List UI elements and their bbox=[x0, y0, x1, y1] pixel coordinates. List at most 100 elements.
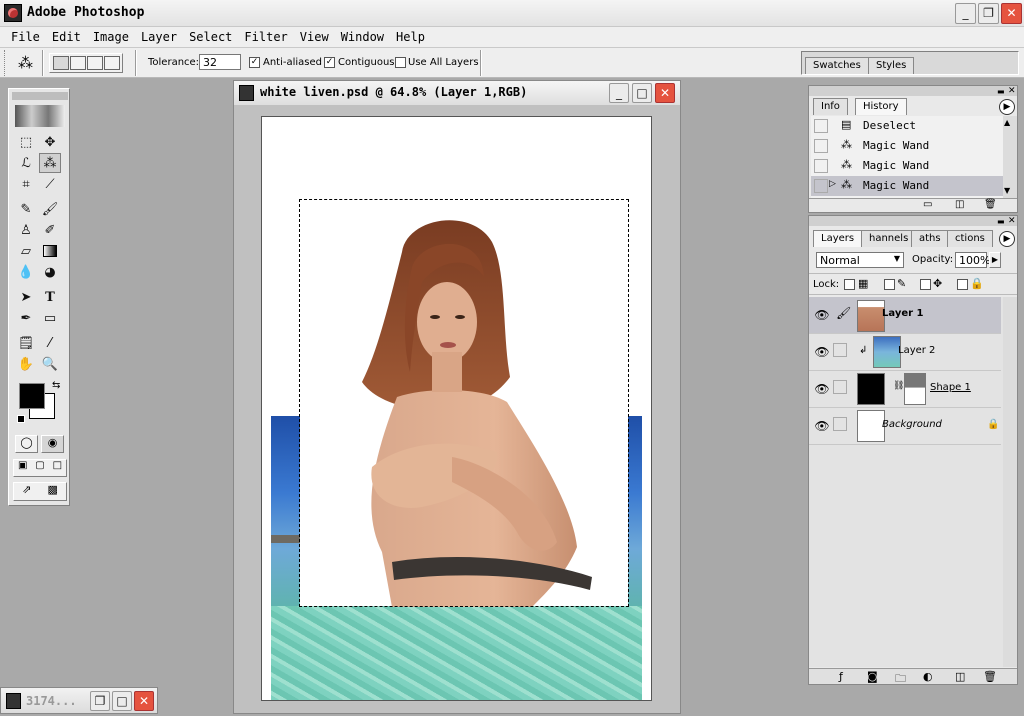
eye-icon[interactable]: 👁 bbox=[813, 306, 831, 324]
tab-styles[interactable]: Styles bbox=[868, 57, 915, 74]
document-title-bar[interactable]: white liven.psd @ 64.8% (Layer 1,RGB) _ … bbox=[234, 81, 680, 105]
lock-image-checkbox[interactable] bbox=[884, 279, 895, 290]
contiguous-checkbox[interactable]: ✓ bbox=[324, 57, 335, 68]
type-tool-icon[interactable]: T bbox=[39, 287, 61, 307]
layer-name[interactable]: Background bbox=[882, 419, 942, 430]
eye-icon[interactable]: 👁 bbox=[813, 417, 831, 435]
layer-row-shape1[interactable]: 👁 ⛓ Shape 1 bbox=[809, 371, 1001, 408]
layer-name[interactable]: Shape 1 bbox=[930, 382, 971, 393]
magic-wand-tool-icon[interactable]: ⁂ bbox=[39, 153, 61, 173]
layers-menu-icon[interactable]: ▶ bbox=[999, 231, 1015, 247]
restore-button[interactable]: ❐ bbox=[978, 3, 999, 24]
layers-minimize-icon[interactable]: ▬ bbox=[997, 217, 1005, 226]
crop-tool-icon[interactable]: ⌗ bbox=[15, 174, 37, 194]
link-box[interactable] bbox=[833, 343, 847, 357]
doc-close-button[interactable]: ✕ bbox=[655, 83, 675, 103]
new-selection-button[interactable] bbox=[53, 56, 69, 70]
move-tool-icon[interactable]: ✥ bbox=[39, 132, 61, 152]
full-screen-icon[interactable]: □ bbox=[53, 460, 62, 476]
brush-tool-icon[interactable]: 🖌 bbox=[39, 199, 61, 219]
scroll-up-icon[interactable]: ▲ bbox=[1004, 118, 1010, 127]
lock-position-checkbox[interactable] bbox=[920, 279, 931, 290]
trash-icon[interactable]: 🗑 bbox=[984, 199, 997, 210]
history-minimize-icon[interactable]: ▬ bbox=[997, 87, 1005, 96]
anti-aliased-checkbox[interactable]: ✓ bbox=[249, 57, 260, 68]
jump-to-imageready-icon[interactable]: ⇗ bbox=[22, 483, 31, 500]
history-snapshot-box[interactable] bbox=[814, 139, 828, 153]
history-brush-icon[interactable]: ✐ bbox=[39, 220, 61, 240]
menu-select[interactable]: Select bbox=[183, 27, 238, 47]
use-all-layers-checkbox[interactable] bbox=[395, 57, 406, 68]
clone-stamp-icon[interactable]: ♙ bbox=[15, 220, 37, 240]
history-snapshot-box[interactable] bbox=[814, 179, 828, 193]
new-set-folder-icon[interactable]: 🗀 bbox=[895, 670, 906, 689]
swap-colors-icon[interactable]: ⇆ bbox=[52, 380, 60, 391]
zoom-tool-icon[interactable]: 🔍 bbox=[39, 354, 61, 374]
gradient-tool-icon[interactable] bbox=[39, 241, 61, 261]
min-close-button[interactable]: ✕ bbox=[134, 691, 154, 711]
history-item[interactable]: ⁂ Magic Wand bbox=[811, 136, 1003, 156]
dodge-tool-icon[interactable]: ◕ bbox=[39, 262, 61, 282]
marquee-tool-icon[interactable]: ⬚ bbox=[15, 132, 37, 152]
full-screen-menu-icon[interactable]: ▢ bbox=[35, 460, 44, 476]
layer-style-icon[interactable]: ƒ bbox=[839, 670, 843, 683]
layer-name[interactable]: Layer 2 bbox=[898, 345, 935, 356]
min-maximize-button[interactable]: □ bbox=[112, 691, 132, 711]
tab-swatches[interactable]: Swatches bbox=[805, 57, 869, 74]
eraser-tool-icon[interactable]: ▱ bbox=[15, 241, 37, 261]
menu-layer[interactable]: Layer bbox=[135, 27, 183, 47]
tab-history[interactable]: History bbox=[855, 98, 907, 115]
tab-layers[interactable]: Layers bbox=[813, 230, 863, 247]
eyedropper-tool-icon[interactable]: ⁄ bbox=[39, 333, 61, 353]
healing-brush-icon[interactable]: ✎ bbox=[15, 199, 37, 219]
tab-channels[interactable]: hannels bbox=[861, 230, 917, 247]
options-bar-grip[interactable] bbox=[4, 50, 7, 76]
min-restore-button[interactable]: ❐ bbox=[90, 691, 110, 711]
eye-icon[interactable]: 👁 bbox=[813, 380, 831, 398]
blend-mode-select[interactable]: Normal ▼ bbox=[816, 252, 904, 268]
tab-paths[interactable]: aths bbox=[911, 230, 949, 247]
magic-wand-icon[interactable]: ⁂ bbox=[18, 54, 33, 72]
new-layer-icon[interactable]: ◫ bbox=[955, 670, 965, 683]
adjustment-layer-icon[interactable]: ◐ bbox=[923, 670, 933, 683]
adobe-online-eye-icon[interactable] bbox=[15, 105, 65, 127]
layers-panel-grip[interactable] bbox=[809, 216, 1017, 226]
hand-tool-icon[interactable]: ✋ bbox=[15, 354, 37, 374]
layer-row-layer1[interactable]: 👁 🖌 Layer 1 bbox=[809, 297, 1001, 334]
menu-file[interactable]: File bbox=[5, 27, 46, 47]
history-snapshot-box[interactable] bbox=[814, 159, 828, 173]
layers-close-icon[interactable]: ✕ bbox=[1008, 216, 1016, 226]
new-document-from-state-icon[interactable]: ▭ bbox=[923, 199, 932, 210]
eye-icon[interactable]: 👁 bbox=[813, 343, 831, 361]
layer-mask-icon[interactable]: ◙ bbox=[867, 670, 878, 683]
layer-row-layer2[interactable]: 👁 ↲ Layer 2 bbox=[809, 334, 1001, 371]
menu-filter[interactable]: Filter bbox=[238, 27, 293, 47]
path-selection-icon[interactable]: ➤ bbox=[15, 287, 37, 307]
add-selection-button[interactable] bbox=[70, 56, 86, 70]
notes-tool-icon[interactable]: 🗒 bbox=[15, 333, 37, 353]
default-colors-icon[interactable] bbox=[17, 415, 25, 423]
tab-actions[interactable]: ctions bbox=[947, 230, 993, 247]
subtract-selection-button[interactable] bbox=[87, 56, 103, 70]
history-item-selected[interactable]: ▷ ⁂ Magic Wand bbox=[811, 176, 1003, 196]
doc-minimize-button[interactable]: _ bbox=[609, 83, 629, 103]
lasso-tool-icon[interactable]: ℒ bbox=[15, 153, 37, 173]
history-scrollbar[interactable]: ▲ ▼ bbox=[1003, 116, 1017, 198]
minimize-button[interactable]: _ bbox=[955, 3, 976, 24]
intersect-selection-button[interactable] bbox=[104, 56, 120, 70]
tolerance-input[interactable]: 32 bbox=[199, 54, 241, 70]
close-button[interactable]: ✕ bbox=[1001, 3, 1022, 24]
blur-tool-icon[interactable]: 💧 bbox=[15, 262, 37, 282]
history-state-slider-icon[interactable]: ▷ bbox=[829, 179, 836, 189]
scroll-down-icon[interactable]: ▼ bbox=[1004, 186, 1010, 195]
rectangle-tool-icon[interactable]: ▭ bbox=[39, 308, 61, 328]
standard-screen-icon[interactable]: ▣ bbox=[18, 460, 27, 476]
history-menu-icon[interactable]: ▶ bbox=[999, 99, 1015, 115]
quick-mask-mode-icon[interactable]: ◉ bbox=[41, 435, 64, 453]
menu-edit[interactable]: Edit bbox=[46, 27, 87, 47]
history-close-icon[interactable]: ✕ bbox=[1008, 86, 1016, 96]
photoshop-app-icon[interactable] bbox=[4, 4, 22, 22]
opacity-input[interactable]: 100% bbox=[955, 252, 990, 268]
imageready-icon[interactable]: ▩ bbox=[48, 483, 58, 500]
layers-scrollbar[interactable] bbox=[1003, 297, 1017, 667]
